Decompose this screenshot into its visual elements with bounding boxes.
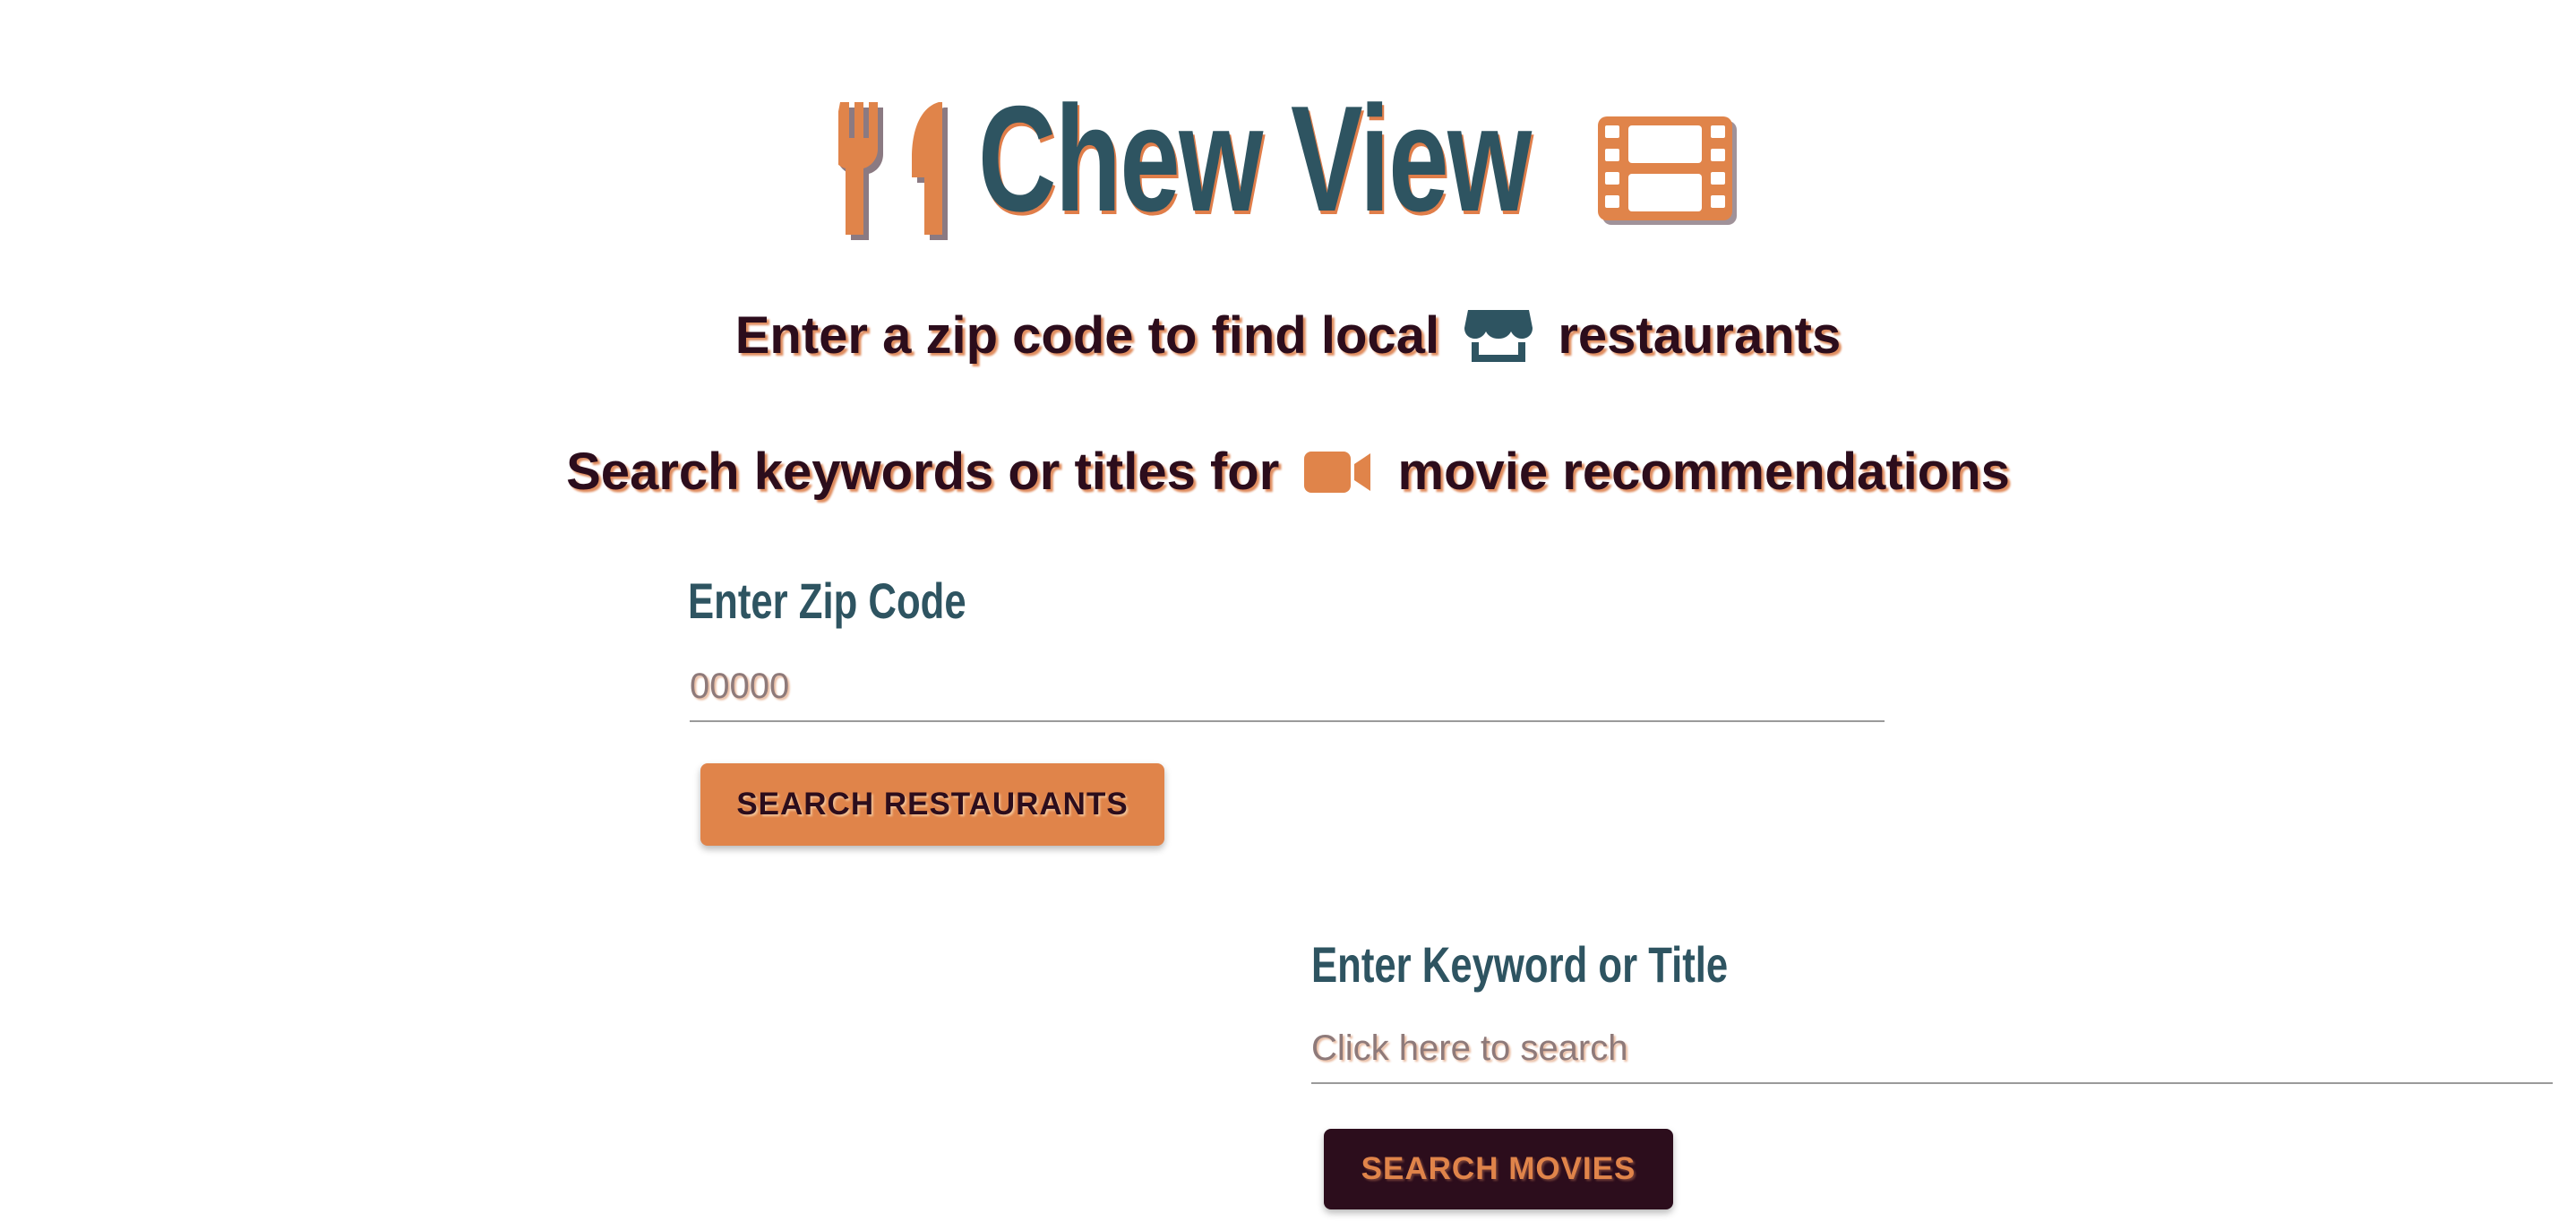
movies-tagline-end: movie recommendations (1397, 443, 2010, 501)
movies-tagline: Search keywords or titles for movie reco… (0, 441, 2576, 503)
search-movies-button[interactable]: Search Movies (1324, 1129, 1673, 1209)
restaurants-tagline-end: restaurants (1558, 306, 1842, 365)
keyword-label: Enter Keyword or Title (1311, 936, 1729, 993)
site-header: Chew View (0, 82, 2576, 242)
film-icon (1598, 116, 1737, 225)
store-icon (1464, 309, 1533, 362)
search-restaurants-button[interactable]: Search Restaurants (700, 763, 1164, 846)
zip-code-label: Enter Zip Code (688, 572, 966, 629)
video-camera-icon (1304, 451, 1371, 493)
site-title: Chew View (978, 74, 1532, 243)
restaurants-tagline: Enter a zip code to find local restauran… (0, 305, 2576, 369)
zip-code-input[interactable] (690, 652, 1885, 722)
movies-tagline-start: Search keywords or titles for (566, 443, 1280, 501)
utensils-icon (838, 102, 948, 240)
keyword-search-input[interactable] (1311, 1014, 2553, 1084)
restaurants-tagline-start: Enter a zip code to find local (734, 306, 1440, 365)
